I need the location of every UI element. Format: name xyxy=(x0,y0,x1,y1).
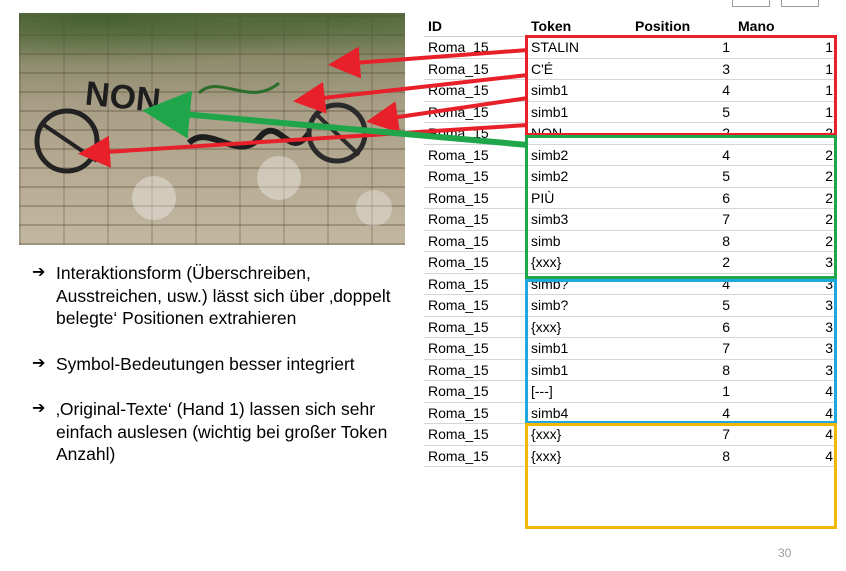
page-number: 30 xyxy=(778,546,792,560)
arrow-ce xyxy=(293,73,529,114)
annotation-arrows xyxy=(78,46,529,168)
arrow-simb1-a xyxy=(366,96,529,133)
arrow-stalin xyxy=(328,46,529,79)
